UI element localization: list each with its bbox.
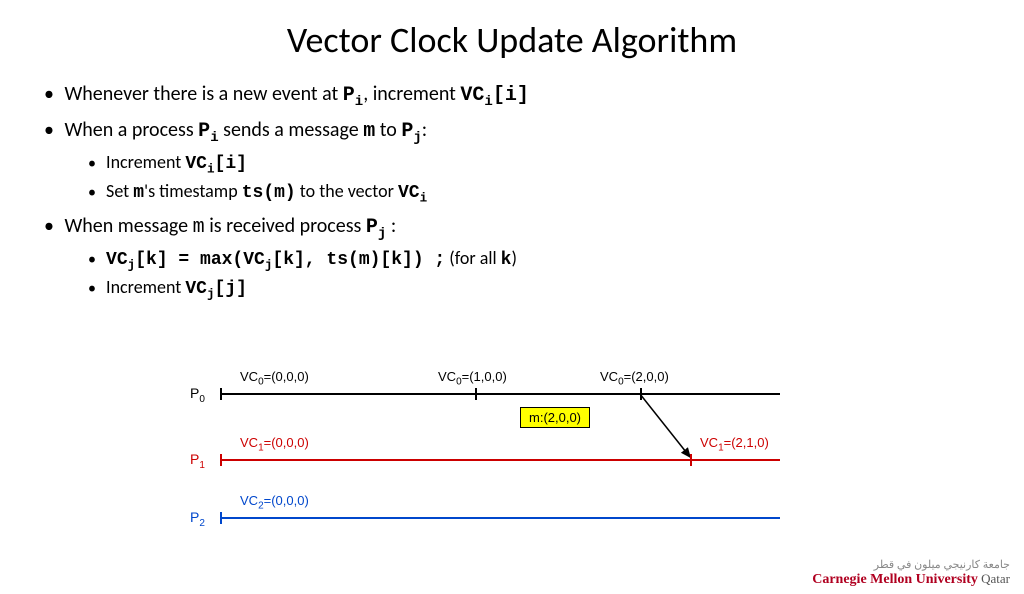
vc-label-p2-0: VC2=(0,0,0) (240, 493, 309, 512)
slide-title: Vector Clock Update Algorithm (0, 18, 1024, 62)
process-label-p1: P1 (190, 451, 205, 471)
vector-clock-diagram: P0 VC0=(0,0,0) VC0=(1,0,0) VC0=(2,0,0) m… (190, 363, 830, 553)
timeline-p1 (220, 459, 780, 461)
bullet-2: When a process Pi sends a message m to P… (44, 116, 980, 208)
message-label: m:(2,0,0) (520, 407, 590, 428)
timeline-p2 (220, 517, 780, 519)
bullet-2b: Set m's timestamp ts(m) to the vector VC… (88, 178, 980, 208)
slide-body: Whenever there is a new event at Pi, inc… (0, 80, 1024, 304)
bullet-3b: Increment VCj[j] (88, 274, 980, 304)
footer-logo: جامعة كارنيجي ميلون في قطر Carnegie Mell… (812, 558, 1010, 588)
bullet-3: When message m is received process Pj : … (44, 212, 980, 304)
bullet-2a: Increment VCi[i] (88, 149, 980, 179)
process-label-p2: P2 (190, 509, 205, 529)
bullet-1: Whenever there is a new event at Pi, inc… (44, 80, 980, 112)
bullet-3a: VCj[k] = max(VCj[k], ts(m)[k]) ; (for al… (88, 245, 980, 275)
vc-label-p1-0: VC1=(0,0,0) (240, 435, 309, 454)
message-arrow (190, 363, 830, 563)
vc-label-p1-1: VC1=(2,1,0) (700, 435, 769, 454)
